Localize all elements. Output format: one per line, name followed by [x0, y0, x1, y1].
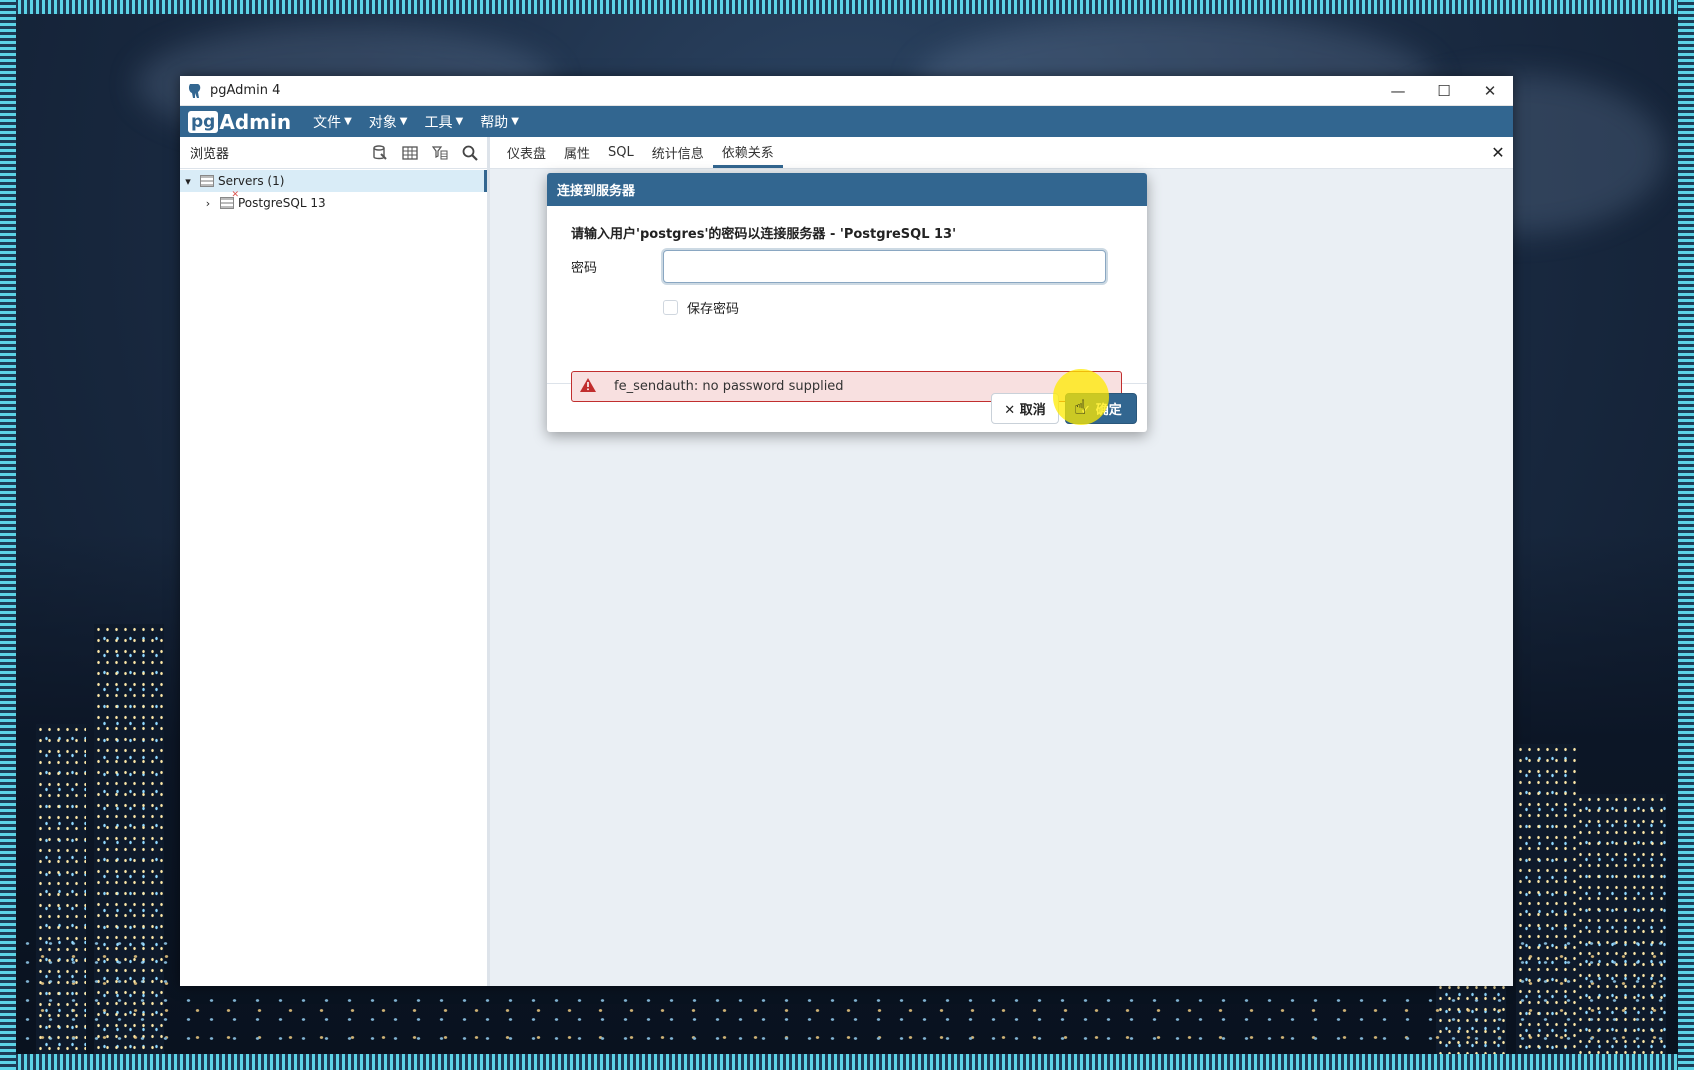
save-password-checkbox[interactable] — [663, 300, 678, 315]
tab-sql[interactable]: SQL — [599, 137, 643, 168]
chevron-down-icon: ▼ — [344, 116, 352, 127]
pgadmin-logo[interactable]: pg Admin — [188, 110, 291, 134]
browser-header: 浏览器 — [180, 137, 487, 169]
menu-object-label: 对象 — [368, 114, 397, 131]
menu-file[interactable]: 文件 ▼ — [313, 112, 352, 132]
search-icon[interactable] — [457, 140, 483, 166]
menu-help-label: 帮助 — [480, 114, 509, 131]
logo-pg: pg — [188, 110, 219, 133]
chevron-down-icon: ▼ — [511, 116, 519, 127]
logo-admin: Admin — [219, 109, 292, 134]
password-row: 密码 — [571, 250, 1123, 283]
frame-left — [0, 0, 16, 1070]
tab-dependencies[interactable]: 依赖关系 — [712, 137, 783, 168]
maximize-button[interactable]: ☐ — [1421, 76, 1467, 106]
tab-properties[interactable]: 属性 — [555, 137, 599, 168]
save-password-label: 保存密码 — [687, 302, 740, 317]
menu-tools[interactable]: 工具 ▼ — [424, 112, 463, 132]
tree-node-servers[interactable]: ▾ Servers (1) — [180, 170, 487, 192]
chevron-down-icon: ▼ — [399, 116, 408, 127]
server-group-icon — [200, 175, 214, 187]
object-tree: ▾ Servers (1) › PostgreSQL 13 — [180, 169, 487, 214]
menu-help[interactable]: 帮助 ▼ — [480, 112, 519, 132]
tree-node-label: PostgreSQL 13 — [238, 196, 326, 210]
tree-node-label: Servers (1) — [218, 174, 285, 188]
menu-file-label: 文件 — [313, 114, 342, 131]
chevron-down-icon[interactable]: ▾ — [180, 175, 196, 188]
password-label: 密码 — [571, 261, 598, 276]
cancel-button[interactable]: ✕ 取消 — [991, 393, 1059, 424]
tab-bar: 仪表盘 属性 SQL 统计信息 依赖关系 ✕ — [490, 137, 1513, 169]
chevron-right-icon[interactable]: › — [200, 197, 216, 210]
query-tool-icon[interactable] — [367, 140, 393, 166]
frame-right — [1678, 0, 1694, 1070]
warning-icon — [580, 377, 600, 396]
tab-dashboard[interactable]: 仪表盘 — [498, 137, 555, 168]
close-window-button[interactable]: ✕ — [1467, 76, 1513, 106]
password-prompt: 请输入用户'postgres'的密码以连接服务器 - 'PostgreSQL 1… — [571, 227, 957, 242]
password-input[interactable] — [663, 250, 1106, 283]
error-message: fe_sendauth: no password supplied — [614, 379, 844, 394]
dialog-body: 请输入用户'postgres'的密码以连接服务器 - 'PostgreSQL 1… — [547, 206, 1147, 402]
browser-title: 浏览器 — [190, 147, 230, 162]
tree-node-postgresql-13[interactable]: › PostgreSQL 13 — [180, 190, 487, 214]
title-bar: pgAdmin 4 — ☐ ✕ — [180, 76, 1513, 106]
browser-panel: 浏览器 ▾ Servers (1) › ✕ PostgreSQL 13 — [180, 137, 490, 986]
window-title: pgAdmin 4 — [210, 83, 281, 98]
menu-tools-label: 工具 — [424, 114, 453, 131]
pgadmin-elephant-icon — [186, 82, 204, 100]
menu-object[interactable]: 对象 ▼ — [369, 112, 408, 132]
filter-icon[interactable] — [427, 140, 453, 166]
hand-cursor-icon: ☝ — [1074, 395, 1087, 419]
minimize-button[interactable]: — — [1375, 76, 1421, 106]
menu-bar: pg Admin 文件 ▼ 对象 ▼ 工具 ▼ 帮助 ▼ — [180, 106, 1513, 137]
tab-statistics[interactable]: 统计信息 — [643, 137, 713, 168]
chevron-down-icon: ▼ — [455, 116, 464, 127]
save-password-row: 保存密码 — [663, 298, 1123, 317]
server-disconnected-icon — [220, 190, 239, 209]
view-data-icon[interactable] — [397, 140, 423, 166]
close-panel-icon[interactable]: ✕ — [1483, 137, 1513, 168]
dialog-title: 连接到服务器 — [547, 173, 1147, 206]
